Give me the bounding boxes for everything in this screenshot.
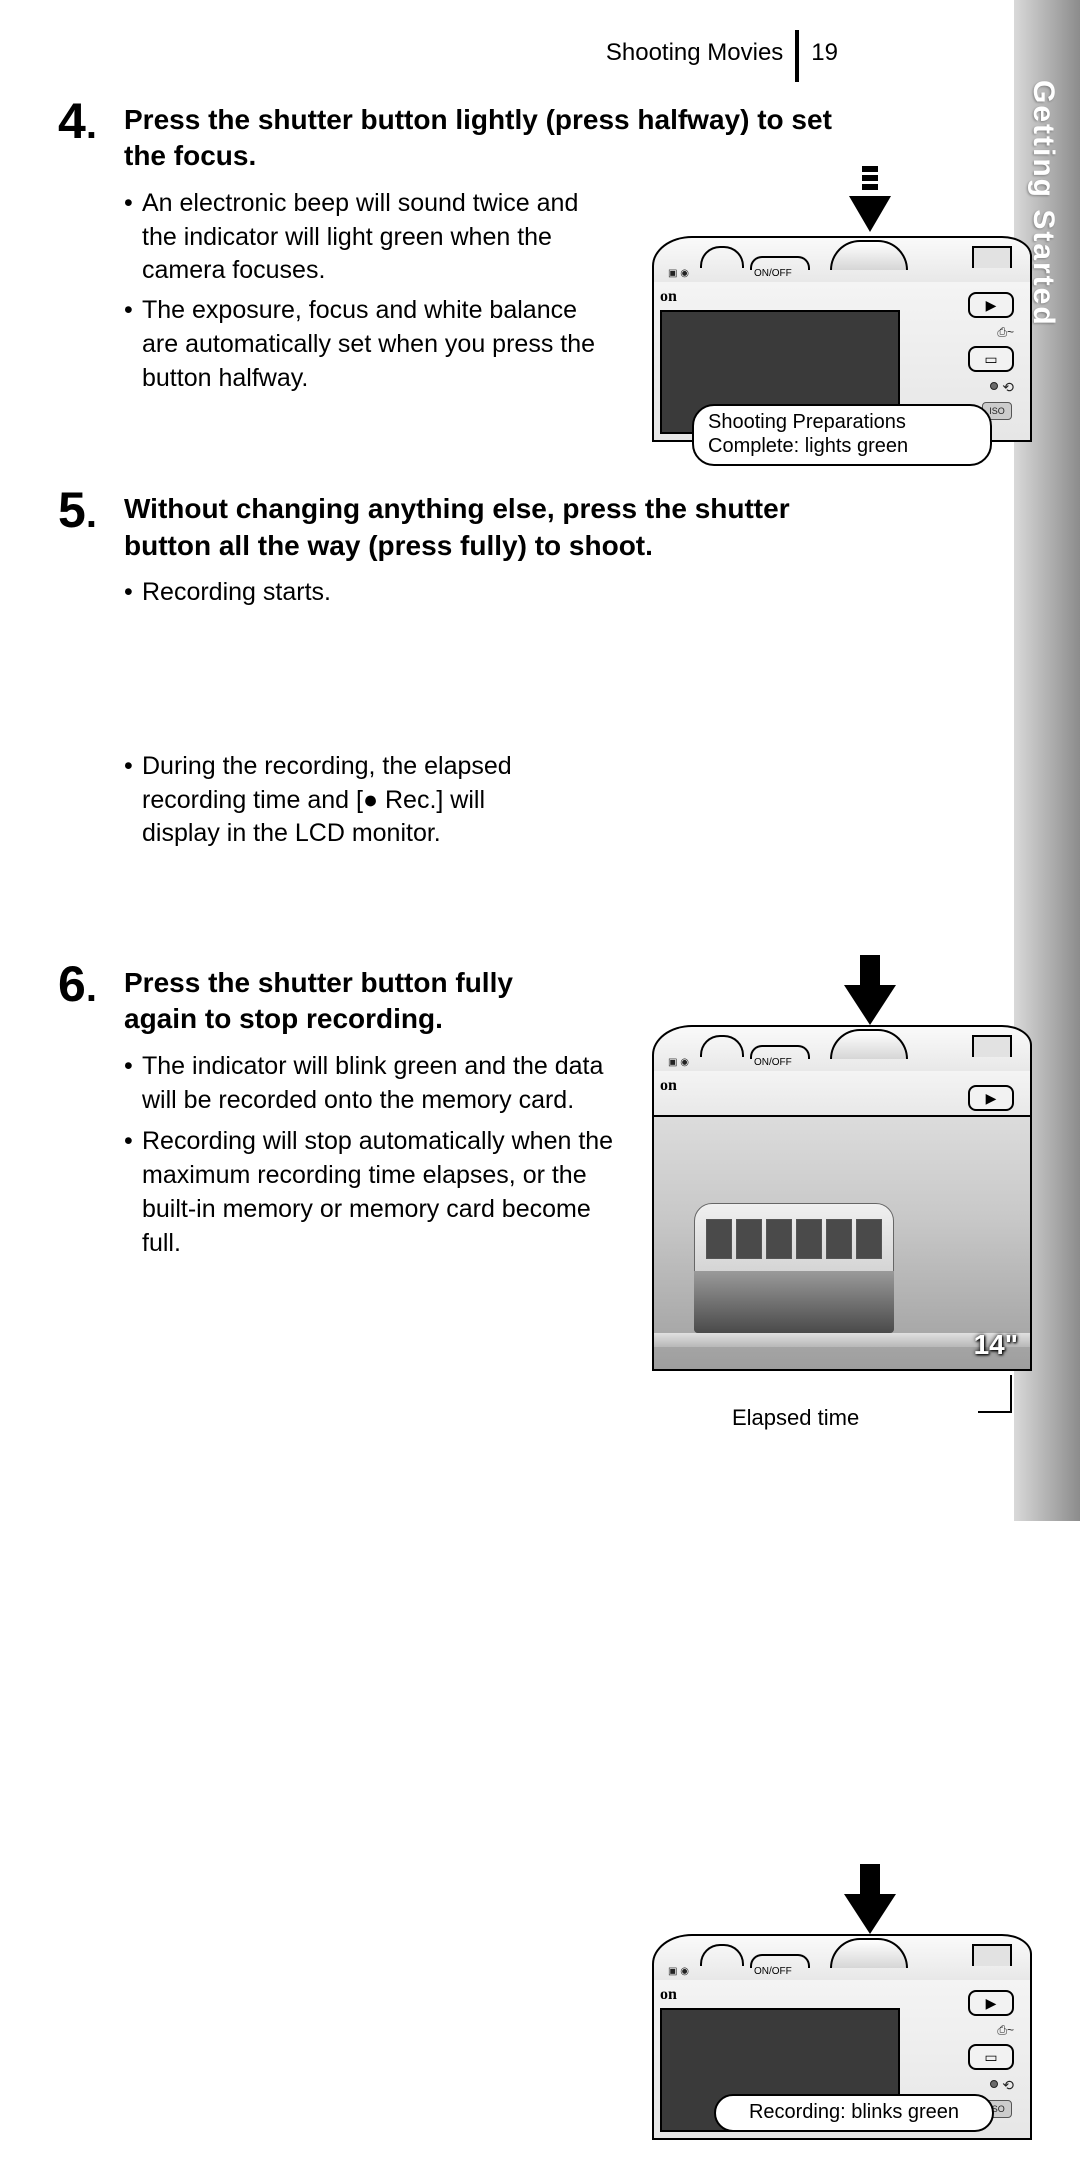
mode-glyphs: ▣ ◉ [668, 268, 689, 279]
brand-partial-text: on [660, 288, 677, 306]
callout-line-2: Complete: lights green [708, 434, 976, 458]
camera-diagram-stop: ON/OFF ▣ ◉ on ▶ ⎙~ ▭ ⟲ [652, 1864, 1032, 2164]
playback-button-icon: ▶ [968, 1085, 1014, 1111]
brand-partial-text: on [660, 1986, 677, 2004]
indicator-led-icon [990, 2080, 998, 2088]
step-6-heading: Press the shutter button fully again to … [124, 959, 554, 1038]
step-4: 4 Press the shutter button lightly (pres… [58, 96, 858, 395]
shutter-button-icon [830, 240, 908, 270]
step-6: 6 Press the shutter button fully again t… [58, 959, 858, 1260]
step-5-bullet-1: Recording starts. [124, 576, 554, 610]
arrow-down-icon [845, 166, 895, 236]
camera-diagram-halfway: ON/OFF ▣ ◉ on ▶ ⎙~ ▭ ⟲ [652, 166, 1032, 486]
step-5-bullet-2: During the recording, the elapsed record… [124, 750, 554, 851]
step-4-bullet-1: An electronic beep will sound twice and … [124, 187, 604, 288]
elapsed-time-overlay: 14" [974, 1329, 1018, 1361]
elapsed-time-caption: Elapsed time [732, 1405, 859, 1431]
header-separator [795, 30, 799, 82]
display-button-icon: ▭ [968, 346, 1014, 372]
print-share-label: ⎙~ [944, 2024, 1014, 2036]
display-button-icon: ▭ [968, 2044, 1014, 2070]
shutter-button-icon [830, 1938, 908, 1968]
playback-button-icon: ▶ [968, 1990, 1014, 2016]
playback-button-icon: ▶ [968, 292, 1014, 318]
onoff-label: ON/OFF [754, 1966, 792, 1977]
step-6-bullet-1: The indicator will blink green and the d… [124, 1050, 614, 1118]
step-6-number: 6 [58, 959, 114, 1009]
step-4-bullet-2: The exposure, focus and white balance ar… [124, 294, 604, 395]
camera-top-plate: ON/OFF ▣ ◉ [652, 1934, 1032, 1980]
indicator-led-icon [990, 382, 998, 390]
step-6-bullet-2: Recording will stop automatically when t… [124, 1125, 614, 1260]
step-5: 5 Without changing anything else, press … [58, 485, 858, 851]
print-share-label: ⎙~ [944, 326, 1014, 338]
callout-blinks-green: Recording: blinks green [714, 2094, 994, 2132]
page-number: 19 [811, 39, 838, 67]
leader-line [1010, 1375, 1012, 1413]
callout-lights-green: Shooting Preparations Complete: lights g… [692, 404, 992, 466]
camera-top-plate: ON/OFF ▣ ◉ [652, 236, 1032, 282]
page-header: Shooting Movies 19 [58, 30, 858, 76]
onoff-label: ON/OFF [754, 268, 792, 279]
step-4-heading: Press the shutter button lightly (press … [124, 96, 858, 175]
arrow-down-icon [842, 1864, 898, 1936]
step-4-number: 4 [58, 96, 114, 146]
callout-line-1: Shooting Preparations [708, 410, 976, 434]
step-5-heading: Without changing anything else, press th… [124, 485, 844, 564]
step-5-number: 5 [58, 485, 114, 535]
header-section-name: Shooting Movies [606, 39, 783, 67]
